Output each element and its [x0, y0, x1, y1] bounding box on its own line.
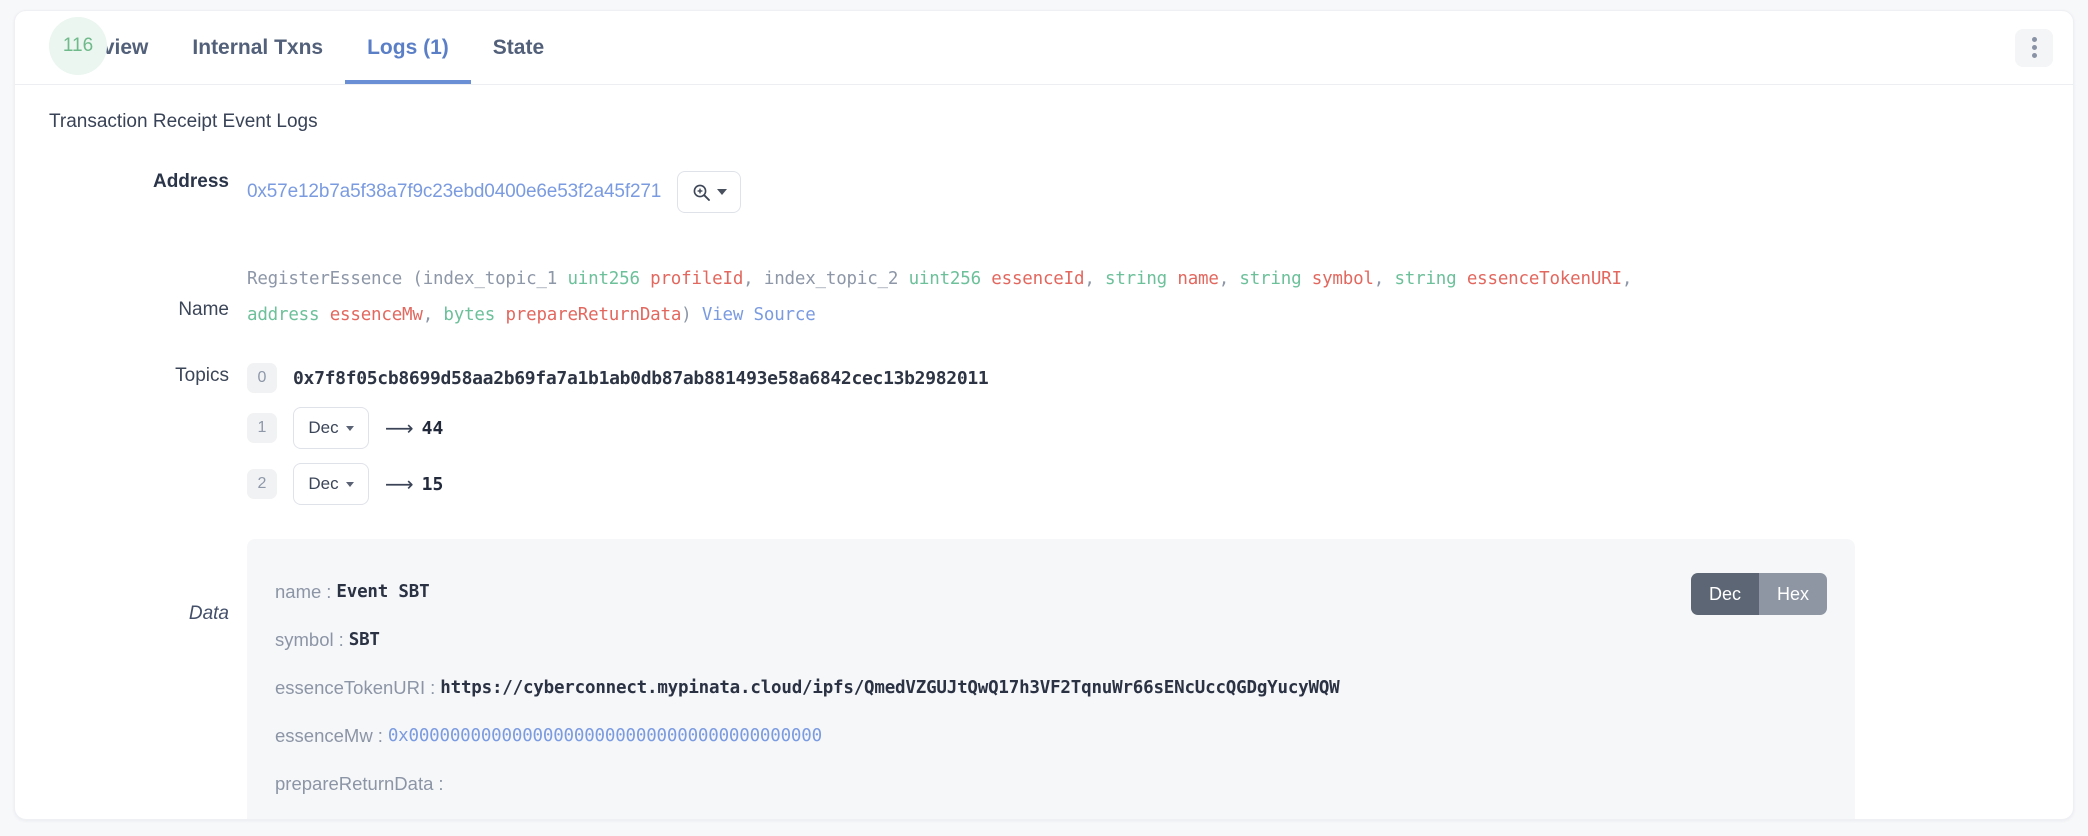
- data-field-key: name: [275, 581, 322, 602]
- topic-row: 0 0x7f8f05cb8699d58aa2b69fa7a1b1ab0db87a…: [247, 363, 989, 393]
- param-5-comma: ,: [422, 305, 434, 325]
- tab-internal-txns[interactable]: Internal Txns: [170, 11, 345, 84]
- param-1-comma: ,: [1084, 269, 1095, 289]
- name-row: Name RegisterEssence (index_topic_1 uint…: [15, 261, 2073, 333]
- param-3-comma: ,: [1373, 269, 1385, 289]
- param-1-name: essenceId: [991, 269, 1085, 289]
- data-field-key: essenceTokenURI: [275, 677, 426, 698]
- tab-logs[interactable]: Logs (1): [345, 11, 471, 84]
- param-3-type: string: [1239, 269, 1302, 289]
- signature-open-paren: (: [402, 269, 423, 289]
- data-field: name: Event SBT: [275, 579, 1827, 605]
- toggle-dec-button[interactable]: Dec: [1690, 573, 1759, 615]
- data-field: essenceMw:0x0000000000000000000000000000…: [275, 723, 1827, 749]
- data-label: Data: [188, 603, 229, 624]
- topic-decoded-value: 15: [421, 473, 444, 495]
- topic-format-select[interactable]: Dec: [293, 463, 369, 505]
- param-5-type: address: [247, 305, 320, 325]
- data-field-value: Event SBT: [336, 582, 430, 602]
- data-field-value: SBT: [348, 630, 380, 650]
- tab-state[interactable]: State: [471, 11, 566, 84]
- data-field-separator: :: [326, 581, 332, 602]
- data-field-separator: :: [377, 725, 383, 746]
- page-background: Overview Internal Txns Logs (1) State Tr…: [0, 0, 2088, 836]
- param-0-type: uint256: [567, 269, 640, 289]
- log-index-badge: 116: [49, 17, 107, 75]
- chevron-down-icon: [716, 189, 727, 195]
- data-panel: Dec Hex name: Event SBT symbol: SBT essenc…: [247, 539, 1855, 819]
- arrow-right-icon: ⟶: [385, 472, 414, 496]
- data-field-separator: :: [338, 629, 344, 650]
- data-field-key: essenceMw: [275, 725, 373, 746]
- param-0-name: profileId: [650, 269, 744, 289]
- param-0-index-topic: index_topic_1: [422, 269, 558, 289]
- transaction-log-card: Overview Internal Txns Logs (1) State Tr…: [14, 10, 2074, 820]
- data-field-key: prepareReturnData: [275, 773, 434, 794]
- topic-index-chip: 1: [247, 413, 277, 443]
- address-row: Address 0x57e12b7a5f38a7f9c23ebd0400e6e5…: [15, 171, 2073, 231]
- data-field: essenceTokenURI: https://cyberconnect.myp…: [275, 675, 1827, 701]
- param-6-name: prepareReturnData: [505, 305, 682, 325]
- param-1-index-topic: index_topic_2: [763, 269, 899, 289]
- param-6-type: bytes: [443, 305, 496, 325]
- param-4-name: essenceTokenURI: [1466, 269, 1622, 289]
- address-filter-button[interactable]: [677, 171, 742, 213]
- data-field-separator: :: [430, 677, 436, 698]
- address-label: Address: [152, 171, 229, 192]
- log-entry: 116 Address 0x57e12b7a5f38a7f9c23ebd0400…: [15, 17, 2073, 819]
- data-field-value[interactable]: 0x00000000000000000000000000000000000000…: [388, 726, 822, 746]
- kebab-dot-icon: [2031, 53, 2037, 58]
- chevron-down-icon: [345, 481, 354, 487]
- view-source-link[interactable]: View Source: [702, 305, 816, 325]
- toggle-hex-button[interactable]: Hex: [1758, 573, 1827, 615]
- kebab-dot-icon: [2031, 37, 2037, 42]
- topic-format-label: Dec: [308, 474, 339, 493]
- section-title: Transaction Receipt Event Logs: [49, 111, 318, 132]
- zoom-in-icon: [693, 184, 710, 201]
- kebab-dot-icon: [2031, 45, 2037, 50]
- data-field-key: symbol: [275, 629, 334, 650]
- topic-hash-value: 0x7f8f05cb8699d58aa2b69fa7a1b1ab0db87ab8…: [293, 367, 989, 389]
- arrow-right-icon: ⟶: [385, 416, 414, 440]
- tab-bar: Overview Internal Txns Logs (1) State: [15, 11, 2073, 85]
- param-4-type: string: [1394, 269, 1457, 289]
- data-field-value: https://cyberconnect.mypinata.cloud/ipfs…: [440, 678, 1340, 698]
- topics-row: Topics 0 0x7f8f05cb8699d58aa2b69fa7a1b1a…: [15, 363, 2073, 505]
- data-row: Data Dec Hex name: Event SBT symbol: SBT e…: [15, 539, 2073, 819]
- topics-label: Topics: [175, 365, 229, 386]
- topic-format-select[interactable]: Dec: [293, 407, 369, 449]
- signature-close-paren: ): [681, 305, 692, 325]
- topic-index-chip: 0: [247, 363, 277, 393]
- data-format-toggle: Dec Hex: [1690, 573, 1827, 615]
- more-options-button[interactable]: [2015, 28, 2053, 67]
- param-2-name: name: [1177, 269, 1219, 289]
- data-field: prepareReturnData:: [275, 771, 1827, 797]
- topic-row: 2 Dec ⟶ 15: [247, 463, 988, 505]
- event-name: RegisterEssence: [247, 269, 403, 289]
- topic-decoded-value: 44: [421, 417, 444, 439]
- param-1-type: uint256: [908, 269, 982, 289]
- chevron-down-icon: [345, 425, 354, 431]
- topic-index-chip: 2: [247, 469, 277, 499]
- param-4-comma: ,: [1621, 269, 1633, 289]
- param-0-comma: ,: [743, 269, 754, 289]
- data-field-separator: :: [438, 773, 444, 794]
- topic-row: 1 Dec ⟶ 44: [247, 407, 988, 449]
- data-field: symbol: SBT: [275, 627, 1827, 653]
- param-3-name: symbol: [1311, 269, 1374, 289]
- param-5-name: essenceMw: [329, 305, 423, 325]
- address-link[interactable]: 0x57e12b7a5f38a7f9c23ebd0400e6e53f2a45f2…: [247, 181, 661, 203]
- event-signature: RegisterEssence (index_topic_1 uint256 p…: [247, 261, 1632, 333]
- param-2-type: string: [1105, 269, 1168, 289]
- name-label: Name: [178, 299, 229, 320]
- param-2-comma: ,: [1218, 269, 1230, 289]
- topic-format-label: Dec: [308, 418, 339, 437]
